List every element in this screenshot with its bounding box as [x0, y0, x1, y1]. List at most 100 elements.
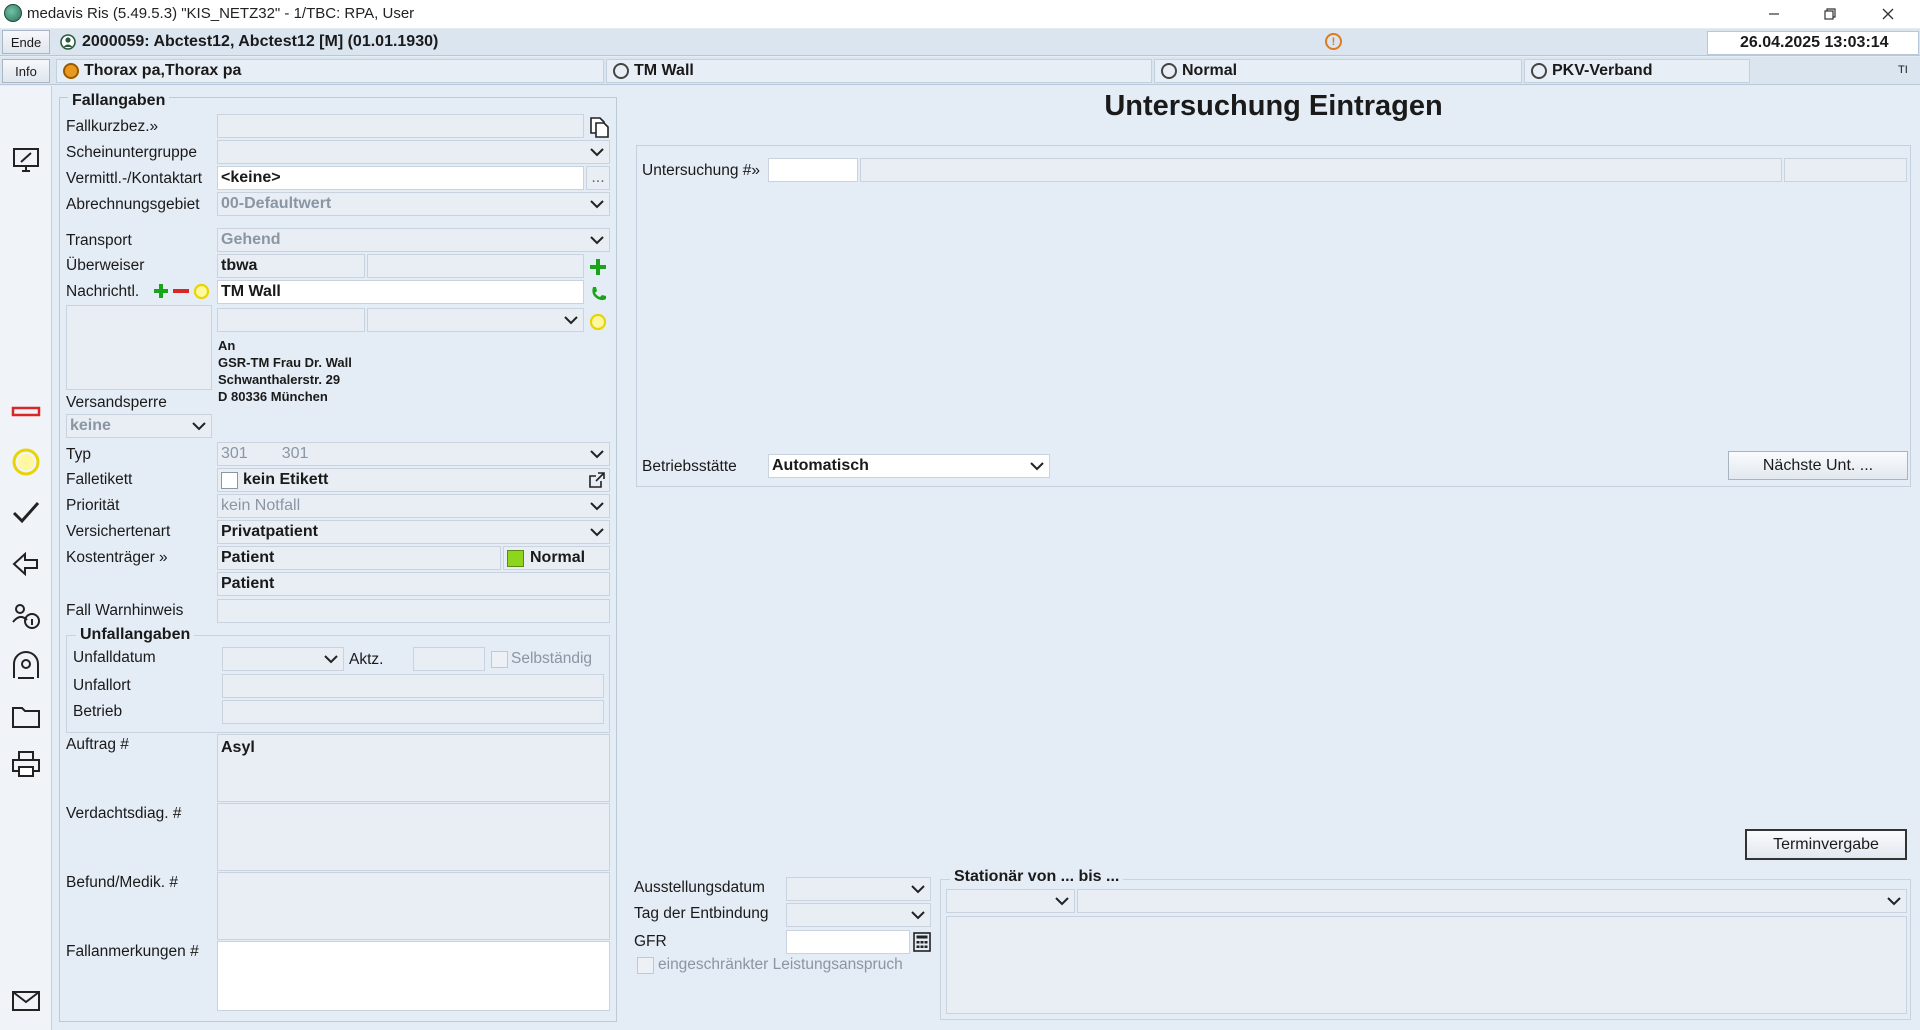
- add-icon[interactable]: [589, 258, 607, 276]
- warning-icon[interactable]: !: [1325, 33, 1342, 50]
- stationaer-to-select[interactable]: [1077, 889, 1907, 913]
- chevron-down-icon: [911, 911, 925, 920]
- stationaer-from-select[interactable]: [946, 889, 1075, 913]
- chevron-down-icon: [1055, 897, 1069, 906]
- chevron-down-icon: [1030, 462, 1044, 471]
- monitor-edit-icon[interactable]: [8, 142, 44, 178]
- ueberweiser-name-field[interactable]: [367, 254, 584, 278]
- transport-select[interactable]: Gehend: [217, 228, 610, 252]
- aktz-label: Aktz.: [349, 651, 384, 668]
- mark-recipient-icon[interactable]: [193, 283, 210, 300]
- untersuchung-extra-field[interactable]: [1784, 158, 1907, 182]
- befund-label[interactable]: Befund/Medik. #: [66, 874, 178, 892]
- close-button[interactable]: [1860, 0, 1916, 28]
- typ-select[interactable]: 301 301: [217, 442, 610, 466]
- recipient-select[interactable]: [367, 308, 584, 332]
- kostentraeger-label[interactable]: Kostenträger »: [66, 549, 168, 567]
- versichertenart-value: Privatpatient: [221, 523, 318, 540]
- person-info-icon[interactable]: [8, 598, 44, 634]
- ende-button[interactable]: Ende: [2, 30, 50, 54]
- restore-button[interactable]: [1802, 0, 1858, 28]
- checkmark-icon[interactable]: [8, 494, 44, 530]
- leistungsanspruch-checkbox[interactable]: [637, 957, 654, 974]
- falletikett-checkbox[interactable]: [221, 471, 238, 489]
- back-arrow-icon[interactable]: [8, 546, 44, 582]
- open-external-icon[interactable]: [589, 472, 605, 488]
- transport-label: Transport: [66, 232, 132, 249]
- recipient-list[interactable]: [66, 305, 212, 390]
- aktz-field[interactable]: [413, 647, 485, 671]
- kostentraeger-secondary-field[interactable]: Patient: [217, 572, 610, 596]
- unfallort-field[interactable]: [222, 674, 604, 698]
- vermittl-field[interactable]: <keine>: [217, 166, 584, 190]
- fallanmerkungen-label[interactable]: Fallanmerkungen #: [66, 943, 199, 961]
- phone-icon[interactable]: [589, 285, 607, 303]
- versichertenart-select[interactable]: Privatpatient: [217, 520, 610, 544]
- selbstaendig-checkbox[interactable]: [491, 651, 508, 668]
- warnhinweis-label: Fall Warnhinweis: [66, 602, 184, 619]
- mail-icon[interactable]: [8, 982, 44, 1018]
- kostentraeger-field[interactable]: Patient: [217, 546, 501, 570]
- calculator-icon[interactable]: [913, 932, 931, 952]
- warnhinweis-field[interactable]: [217, 599, 610, 623]
- page-title: Untersuchung Eintragen: [1104, 90, 1443, 122]
- fallanmerkungen-field[interactable]: [217, 941, 610, 1011]
- remove-recipient-icon[interactable]: [172, 283, 190, 299]
- betriebsstaette-select[interactable]: Automatisch: [768, 454, 1050, 478]
- remove-icon[interactable]: [8, 394, 44, 430]
- add-recipient-icon[interactable]: [153, 283, 169, 299]
- entbindung-select[interactable]: [786, 903, 931, 927]
- versandsperre-select[interactable]: keine: [66, 414, 212, 438]
- abrechnungsgebiet-select[interactable]: 00-Defaultwert: [217, 192, 610, 216]
- mark-circle-icon[interactable]: [589, 313, 607, 331]
- unfalldatum-select[interactable]: [222, 647, 344, 671]
- gfr-label: GFR: [634, 933, 667, 950]
- printer-icon[interactable]: [8, 746, 44, 782]
- patient-bar: Ende 2000059: Abctest12, Abctest12 [M] (…: [0, 29, 1920, 56]
- fall-group-title: Fallangaben: [68, 92, 170, 110]
- befund-field[interactable]: [217, 872, 610, 940]
- folder-icon[interactable]: [8, 698, 44, 734]
- untersuchung-label[interactable]: Untersuchung #»: [642, 162, 760, 180]
- nachricht-field[interactable]: TM Wall: [217, 280, 584, 304]
- scheinuntergruppe-select[interactable]: [217, 140, 610, 164]
- fallkurzbez-label[interactable]: Fallkurzbez.»: [66, 118, 158, 136]
- fallkurzbez-field[interactable]: [217, 114, 584, 138]
- recipient-extra-field[interactable]: [217, 308, 365, 332]
- naechste-untersuchung-button[interactable]: Nächste Unt. ...: [1728, 451, 1908, 480]
- info-button[interactable]: Info: [2, 59, 50, 83]
- stationaer-details-area[interactable]: [946, 916, 1907, 1014]
- left-toolbar: [0, 86, 52, 1030]
- untersuchung-desc-field[interactable]: [860, 158, 1782, 182]
- copy-document-icon[interactable]: [588, 116, 610, 138]
- scanner-icon[interactable]: [8, 648, 44, 684]
- ueberweiser-field[interactable]: tbwa: [217, 254, 365, 278]
- abrechnungsgebiet-value: 00-Defaultwert: [221, 195, 332, 212]
- clock-icon: [1161, 63, 1177, 79]
- betrieb-field[interactable]: [222, 700, 604, 724]
- vermittl-more-button[interactable]: ...: [586, 166, 610, 190]
- eye-icon: [1531, 63, 1547, 79]
- app-icon: [4, 4, 22, 22]
- ausstellungsdatum-select[interactable]: [786, 877, 931, 901]
- minimize-button[interactable]: [1746, 0, 1802, 28]
- attention-circle-icon[interactable]: [8, 444, 44, 480]
- insurance-cell: PKV-Verband: [1524, 59, 1750, 83]
- untersuchung-code-field[interactable]: [768, 158, 858, 182]
- auftrag-label[interactable]: Auftrag #: [66, 736, 129, 754]
- terminvergabe-button[interactable]: Terminvergabe: [1745, 829, 1907, 860]
- unfalldatum-label: Unfalldatum: [73, 649, 156, 666]
- gfr-field[interactable]: [786, 930, 910, 954]
- patient-icon: [60, 34, 76, 50]
- prioritaet-select[interactable]: kein Notfall: [217, 494, 610, 518]
- address-line: GSR-TM Frau Dr. Wall: [218, 355, 352, 370]
- auftrag-field[interactable]: Asyl: [217, 734, 610, 802]
- verdacht-field[interactable]: [217, 803, 610, 871]
- falletikett-field[interactable]: kein Etikett: [217, 468, 610, 492]
- chevron-down-icon: [590, 200, 604, 209]
- prioritaet-value: kein Notfall: [221, 497, 301, 514]
- chevron-down-icon: [590, 148, 604, 157]
- verdacht-label[interactable]: Verdachtsdiag. #: [66, 805, 181, 823]
- exam-icon: [63, 63, 79, 79]
- selbstaendig-label: Selbständig: [511, 650, 593, 667]
